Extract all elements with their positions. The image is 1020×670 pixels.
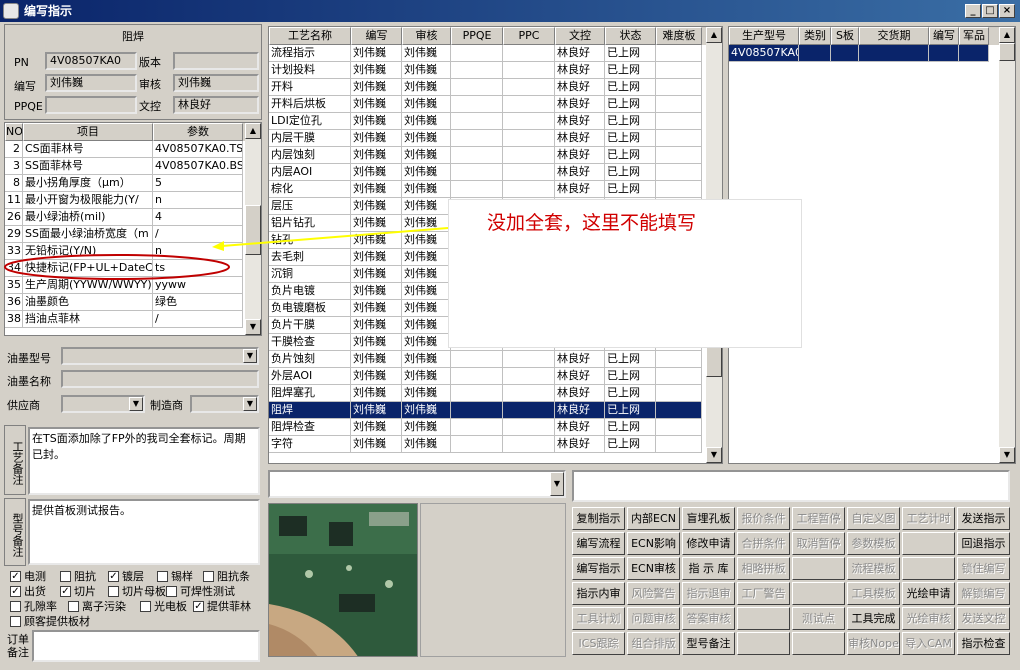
arrow-head-icon xyxy=(212,241,224,251)
annotation-layer xyxy=(4,227,449,280)
highlight-ellipse xyxy=(4,254,230,280)
annotation-arrow xyxy=(221,227,449,247)
